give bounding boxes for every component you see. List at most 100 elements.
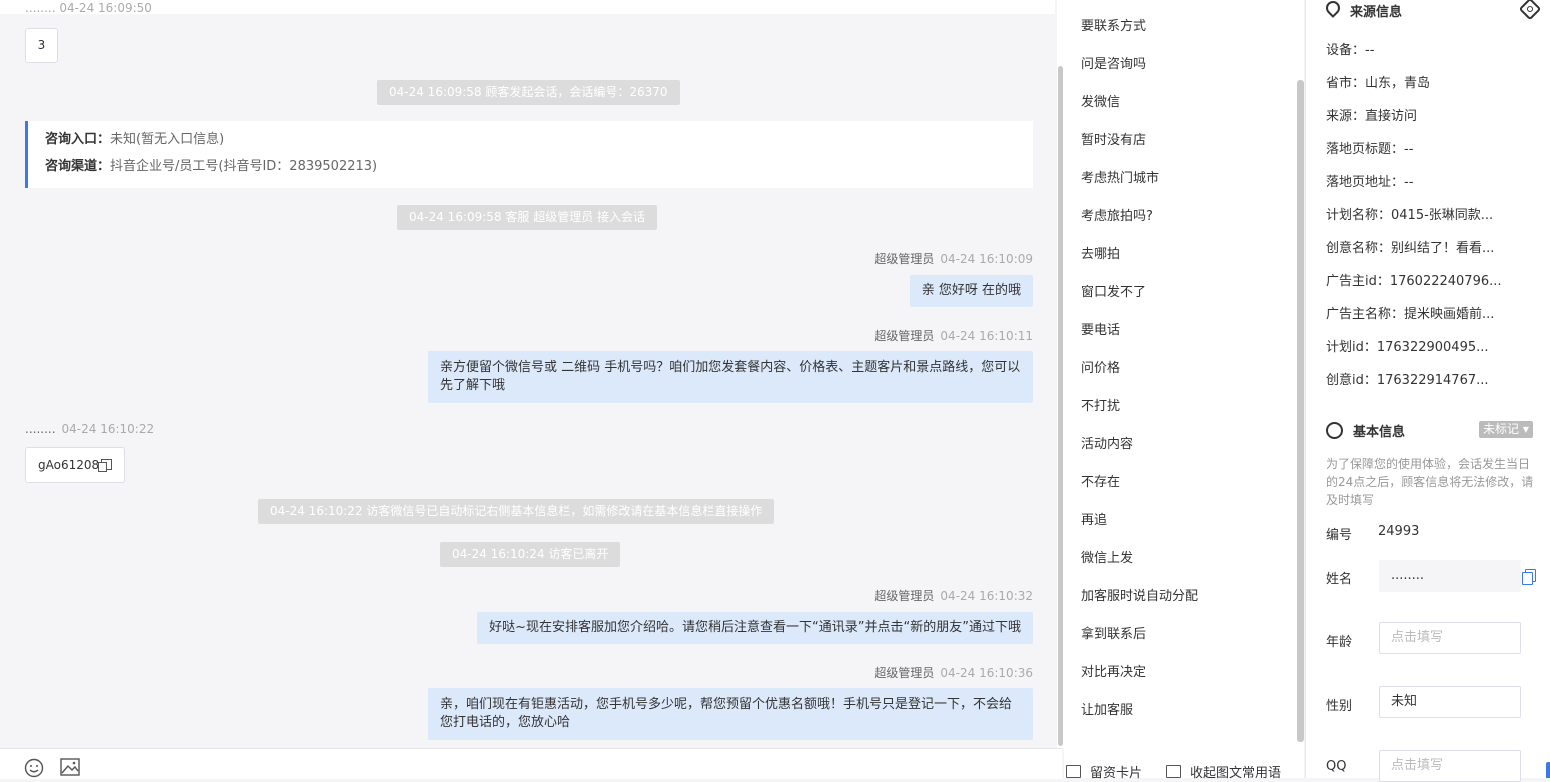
source-row-creative-name: 创意名称：别纠结了！看看... xyxy=(1326,241,1495,256)
customer-info-panel: 来源信息 设备：-- 省市：山东，青岛 来源：直接访问 落地页标题：-- 落地页… xyxy=(1305,0,1550,782)
source-row-landing-url: 落地页地址：-- xyxy=(1326,175,1414,190)
consult-info-card: 咨询入口：未知(暂无入口信息) 咨询渠道：抖音企业号/员工号(抖音号ID：283… xyxy=(25,121,1033,188)
system-notice: 04-24 16:09:58 顾客发起会话，会话编号：26370 xyxy=(377,80,680,105)
message-time: 04-24 16:10:09 xyxy=(940,252,1033,266)
message-meta: 超级管理员 04-24 16:10:11 xyxy=(874,327,1033,344)
gender-field[interactable]: 未知 xyxy=(1379,686,1521,718)
lead-card-button[interactable]: 留资卡片 xyxy=(1066,762,1142,781)
agent-message-bubble: 亲，咱们现在有钜惠活动，您手机号多少呢，帮您预留个优惠名额哦！手机号只是登记一下… xyxy=(428,688,1033,740)
sender-name: ........ xyxy=(25,422,56,436)
age-field[interactable]: 点击填写 xyxy=(1379,622,1521,654)
user-icon xyxy=(1326,422,1343,439)
quick-phrase-item[interactable]: 让加客服 xyxy=(1081,699,1133,718)
visitor-message-text: gAo61208 xyxy=(38,458,100,472)
chat-area: ........ 04-24 16:09:50 3 04-24 16:09:58… xyxy=(0,0,1055,748)
settings-icon[interactable] xyxy=(1518,0,1542,21)
message-time: 04-24 16:10:22 xyxy=(61,422,155,436)
id-value: 24993 xyxy=(1378,524,1420,539)
collapse-phrases-label: 收起图文常用语 xyxy=(1190,766,1282,781)
quick-phrase-item[interactable]: 活动内容 xyxy=(1081,433,1133,452)
source-row-plan-id: 计划id：176322900495... xyxy=(1326,340,1489,355)
quick-phrase-item[interactable]: 拿到联系后 xyxy=(1081,623,1146,642)
quick-phrase-item[interactable]: 问是咨询吗 xyxy=(1081,53,1146,72)
message-meta: ........ 04-24 16:10:22 xyxy=(25,422,154,436)
qq-label: QQ xyxy=(1326,759,1347,774)
gender-label: 性别 xyxy=(1326,699,1353,714)
quick-phrase-item[interactable]: 暂时没有店 xyxy=(1081,129,1146,148)
source-row-landing-title: 落地页标题：-- xyxy=(1326,142,1414,157)
tag-status-dropdown[interactable]: 未标记 ▾ xyxy=(1479,421,1533,438)
basic-info-label: 基本信息 xyxy=(1353,425,1406,440)
quick-phrase-item[interactable]: 再追 xyxy=(1081,509,1107,528)
quick-phrase-item[interactable]: 要电话 xyxy=(1081,319,1120,338)
location-pin-icon xyxy=(1323,0,1343,18)
quick-phrase-item[interactable]: 问价格 xyxy=(1081,357,1120,376)
side-tab[interactable] xyxy=(1546,762,1550,778)
system-notice: 04-24 16:10:24 访客已离开 xyxy=(440,542,621,567)
entry-value: 未知(暂无入口信息) xyxy=(110,132,225,147)
quick-phrase-item[interactable]: 去哪拍 xyxy=(1081,243,1120,262)
quick-phrase-item[interactable]: 对比再决定 xyxy=(1081,661,1146,680)
message-meta: 超级管理员 04-24 16:10:32 xyxy=(874,587,1033,604)
visitor-message-bubble: gAo61208 xyxy=(25,447,126,483)
list-icon xyxy=(1166,765,1181,778)
qq-field[interactable]: 点击填写 xyxy=(1379,750,1521,782)
message-time: 04-24 16:10:11 xyxy=(940,329,1033,343)
edit-notice: 为了保障您的使用体验，会话发生当日的24点之后，顾客信息将无法修改，请及时填写 xyxy=(1326,457,1534,507)
name-field[interactable]: ........ xyxy=(1379,560,1521,592)
quick-phrase-item[interactable]: 加客服时说自动分配 xyxy=(1081,585,1198,604)
cut-off-message-meta: ........ 04-24 16:09:50 xyxy=(25,1,152,15)
quick-phrase-item[interactable]: 考虑旅拍吗? xyxy=(1081,205,1153,224)
scrollbar-thumb[interactable] xyxy=(1058,66,1063,746)
lead-card-label: 留资卡片 xyxy=(1090,766,1143,781)
message-meta: 超级管理员 04-24 16:10:09 xyxy=(874,250,1033,267)
sender-name: 超级管理员 xyxy=(874,329,935,343)
copy-name-icon[interactable] xyxy=(1522,569,1536,585)
source-info-title: 来源信息 xyxy=(1323,0,1403,20)
collapse-phrases-button[interactable]: 收起图文常用语 xyxy=(1166,762,1281,781)
quick-phrase-list: 要联系方式 问是咨询吗 发微信 暂时没有店 考虑热门城市 考虑旅拍吗? 去哪拍 … xyxy=(1064,0,1304,748)
source-row-advertiser-name: 广告主名称：提米映画婚前... xyxy=(1326,307,1495,322)
age-label: 年龄 xyxy=(1326,635,1353,650)
source-row-region: 省市：山东，青岛 xyxy=(1326,76,1431,91)
source-row-advertiser-id: 广告主id：176022240796... xyxy=(1326,274,1502,289)
quick-phrase-item[interactable]: 微信上发 xyxy=(1081,547,1133,566)
system-notice: 04-24 16:10:22 访客微信号已自动标记右侧基本信息栏，如需修改请在基… xyxy=(258,499,775,524)
sender-name: 超级管理员 xyxy=(874,252,935,266)
agent-message-bubble: 亲方便留个微信号或 二维码 手机号吗？咱们加您发套餐内容、价格表、主题客片和景点… xyxy=(428,351,1033,403)
source-row-origin: 来源：直接访问 xyxy=(1326,109,1418,124)
image-icon[interactable] xyxy=(60,758,80,776)
quick-phrase-item[interactable]: 考虑热门城市 xyxy=(1081,167,1159,186)
sender-name: 超级管理员 xyxy=(874,589,935,603)
message-meta: 超级管理员 04-24 16:10:36 xyxy=(874,664,1033,681)
source-row-creative-id: 创意id：176322914767... xyxy=(1326,373,1489,388)
chat-scrollbar[interactable] xyxy=(1057,0,1064,748)
quick-phrase-item[interactable]: 发微信 xyxy=(1081,91,1120,110)
visitor-message-bubble: 3 xyxy=(25,28,58,63)
quick-phrase-item[interactable]: 要联系方式 xyxy=(1081,15,1146,34)
source-info-label: 来源信息 xyxy=(1350,5,1403,20)
quick-phrase-item[interactable]: 窗口发不了 xyxy=(1081,281,1146,300)
name-label: 姓名 xyxy=(1326,572,1353,587)
emoji-icon[interactable] xyxy=(24,758,44,778)
phrase-scrollbar[interactable] xyxy=(1297,80,1304,742)
copy-icon[interactable] xyxy=(98,459,113,472)
source-row-plan-name: 计划名称：0415-张琳同款... xyxy=(1326,208,1494,223)
quick-phrase-item[interactable]: 不存在 xyxy=(1081,471,1120,490)
message-time: 04-24 16:10:32 xyxy=(940,589,1033,603)
source-row-device: 设备：-- xyxy=(1326,43,1375,58)
agent-message-bubble: 亲 您好呀 在的哦 xyxy=(909,275,1033,307)
message-time: 04-24 16:10:36 xyxy=(940,666,1033,680)
agent-message-bubble: 好哒~现在安排客服加您介绍哈。请您稍后注意查看一下“通讯录”并点击“新的朋友”通… xyxy=(477,612,1033,644)
channel-value: 抖音企业号/员工号(抖音号ID：2839502213) xyxy=(110,159,378,174)
card-icon xyxy=(1066,765,1081,778)
tag-status-label: 未标记 xyxy=(1483,422,1520,436)
basic-info-title: 基本信息 xyxy=(1326,421,1405,440)
input-toolbar xyxy=(0,748,1062,779)
system-notice: 04-24 16:09:58 客服 超级管理员 接入会话 xyxy=(397,205,658,230)
id-label: 编号 xyxy=(1326,528,1353,543)
quick-phrase-item[interactable]: 不打扰 xyxy=(1081,395,1120,414)
channel-label: 咨询渠道： xyxy=(45,159,111,174)
sender-name: 超级管理员 xyxy=(874,666,935,680)
phrase-footer: 留资卡片 收起图文常用语 xyxy=(1064,748,1304,781)
